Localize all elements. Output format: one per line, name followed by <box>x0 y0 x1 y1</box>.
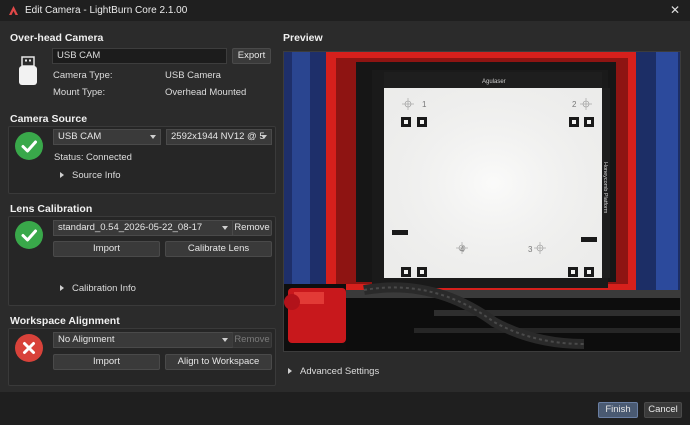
camera-source-panel: USB CAM 2592x1944 NV12 @ 5 Status: Conne… <box>8 126 276 194</box>
calibration-select[interactable]: standard_0.54_2026-05-22_08-17 <box>53 220 233 236</box>
workspace-alignment-title: Workspace Alignment <box>10 315 120 327</box>
import-calibration-button[interactable]: Import <box>53 241 160 257</box>
export-button[interactable]: Export <box>232 48 271 64</box>
calibration-info-expander[interactable]: Calibration Info <box>60 283 136 294</box>
dialog-footer <box>0 392 690 425</box>
source-info-expander[interactable]: Source Info <box>60 170 121 181</box>
usb-drive-icon <box>19 56 37 85</box>
source-status-value: Connected <box>86 152 132 163</box>
workspace-alignment-panel: No Alignment Remove Import Align to Work… <box>8 328 276 386</box>
advanced-settings-expander[interactable]: Advanced Settings <box>288 366 379 377</box>
camera-type-label: Camera Type: <box>53 70 113 81</box>
camera-device-select[interactable]: USB CAM <box>53 129 161 145</box>
alignment-select[interactable]: No Alignment <box>53 332 233 348</box>
lens-ok-icon <box>15 221 43 249</box>
expand-arrow-icon <box>60 172 64 179</box>
cancel-button[interactable]: Cancel <box>644 402 682 418</box>
preview-title: Preview <box>283 32 323 44</box>
honeycomb-label-text: Honeycomb Platform <box>602 162 608 214</box>
lightburn-logo-icon <box>9 6 18 15</box>
close-icon[interactable]: ✕ <box>668 3 682 17</box>
source-ok-icon <box>15 132 43 160</box>
alignment-error-icon <box>15 334 43 362</box>
expand-arrow-icon <box>288 368 292 375</box>
source-status-label: Status: <box>54 152 84 163</box>
remove-calibration-button[interactable]: Remove <box>232 220 272 236</box>
mark-1-label: 1 <box>422 100 427 109</box>
window-title: Edit Camera - LightBurn Core 2.1.00 <box>25 5 188 16</box>
camera-preview-image: Agulaser Honeycomb Platform 1 2 3 4 <box>284 52 680 351</box>
mount-type-label: Mount Type: <box>53 87 106 98</box>
camera-name-field[interactable]: USB CAM <box>52 48 227 64</box>
camera-preview: Agulaser Honeycomb Platform 1 2 3 4 <box>283 51 681 352</box>
expand-arrow-icon <box>60 285 64 292</box>
mark-3-label: 3 <box>528 245 533 254</box>
brand-text: Agulaser <box>482 79 506 85</box>
finish-button[interactable]: Finish <box>598 402 638 418</box>
camera-resolution-select[interactable]: 2592x1944 NV12 @ 5 <box>166 129 272 145</box>
lens-calibration-panel: standard_0.54_2026-05-22_08-17 Remove Im… <box>8 216 276 306</box>
overhead-camera-title: Over-head Camera <box>10 32 104 44</box>
import-alignment-button[interactable]: Import <box>53 354 160 370</box>
mark-2-label: 2 <box>572 100 577 109</box>
remove-alignment-button[interactable]: Remove <box>232 332 272 348</box>
camera-type-value: USB Camera <box>165 70 221 81</box>
lens-calibration-title: Lens Calibration <box>10 203 93 215</box>
calibrate-lens-button[interactable]: Calibrate Lens <box>165 241 272 257</box>
title-bar: Edit Camera - LightBurn Core 2.1.00 ✕ <box>0 0 690 21</box>
align-to-workspace-button[interactable]: Align to Workspace <box>165 354 272 370</box>
mount-type-value: Overhead Mounted <box>165 87 247 98</box>
camera-source-title: Camera Source <box>10 113 88 125</box>
